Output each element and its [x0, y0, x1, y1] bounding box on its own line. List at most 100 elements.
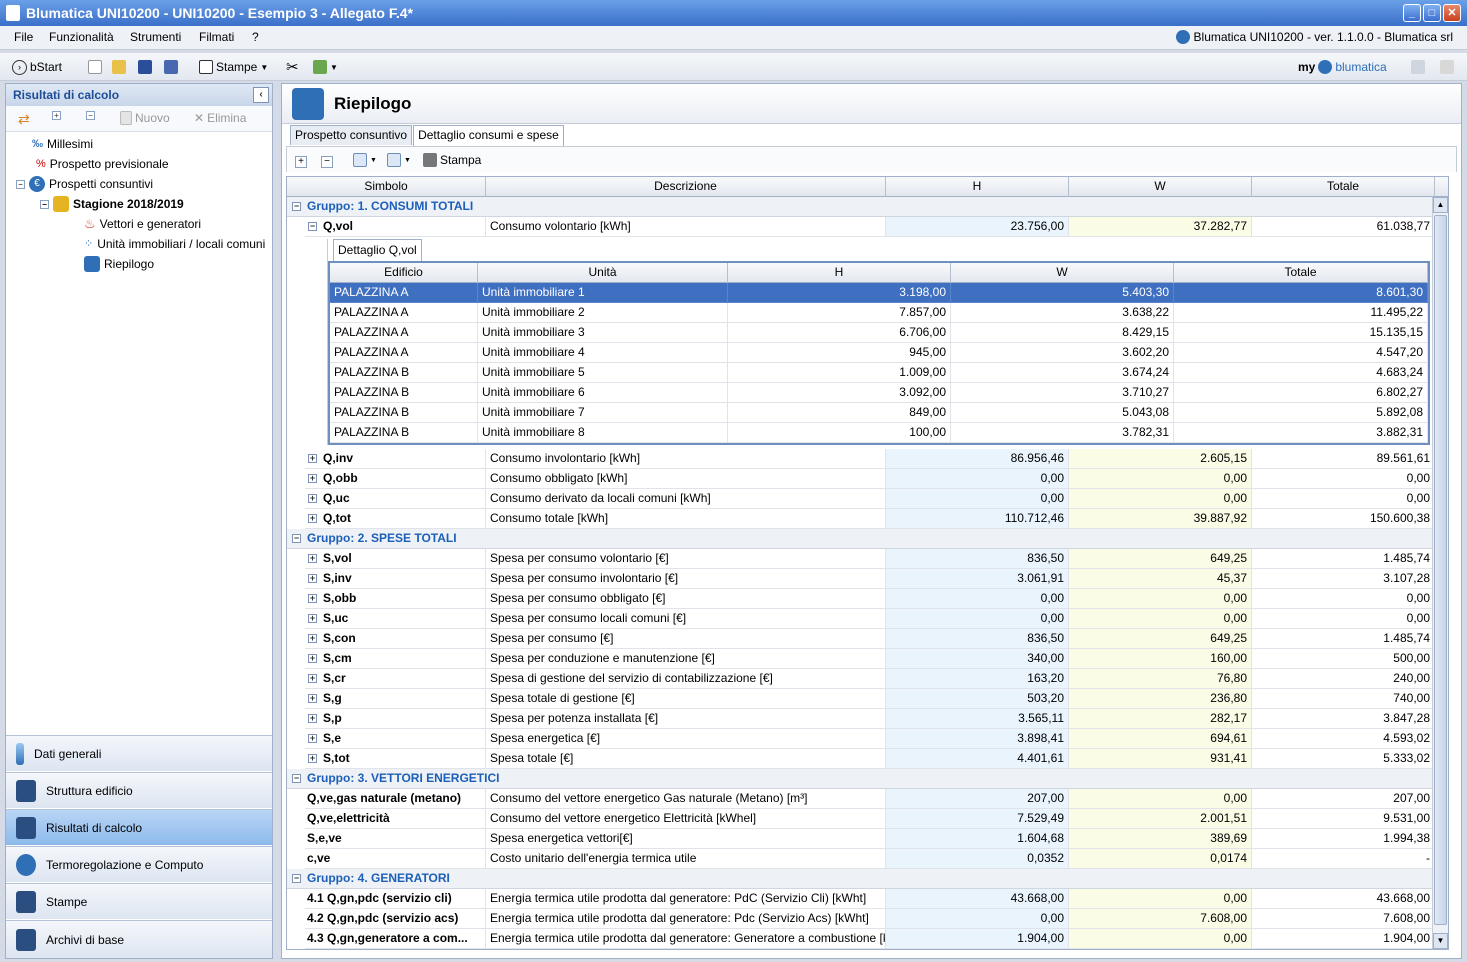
- expand-row-icon[interactable]: +: [308, 594, 317, 603]
- table-row[interactable]: Q,inv + Consumo involontario [kWh] 86.956,4…: [287, 449, 1437, 469]
- expand-row-icon[interactable]: +: [308, 614, 317, 623]
- tree-item-millesimi[interactable]: ‰ Millesimi: [32, 134, 93, 154]
- tree-item-riepilogo[interactable]: Riepilogo: [84, 254, 154, 274]
- detail-row[interactable]: PALAZZINA A Unità immobiliare 1 3.198,00 5.…: [330, 283, 1428, 303]
- expand-row-icon[interactable]: +: [308, 654, 317, 663]
- table-row[interactable]: S,e,ve Spesa energetica vettori[€] 1.604,6…: [287, 829, 1437, 849]
- nav-termoregolazione[interactable]: Termoregolazione e Computo: [6, 846, 272, 882]
- tree-item-prospetti-consuntivi[interactable]: − € Prospetti consuntivi: [16, 174, 153, 194]
- expand-row-icon[interactable]: +: [308, 754, 317, 763]
- scroll-up-button[interactable]: ▲: [1433, 197, 1448, 213]
- table-row[interactable]: 4.1 Q,gn,pdc (servizio cli) Energia termi…: [287, 889, 1437, 909]
- expand-all-button[interactable]: +: [295, 152, 307, 172]
- export-dropdown[interactable]: ▼: [313, 57, 338, 77]
- group-row[interactable]: Gruppo: 2. SPESE TOTALI −: [287, 529, 1437, 549]
- detail-row[interactable]: PALAZZINA B Unità immobiliare 5 1.009,00 3.…: [330, 363, 1428, 383]
- collapse-all-button[interactable]: −: [321, 152, 333, 172]
- collapse-row-icon[interactable]: −: [308, 222, 317, 231]
- expand-row-icon[interactable]: +: [308, 634, 317, 643]
- maximize-button[interactable]: □: [1423, 4, 1441, 22]
- detail-row[interactable]: PALAZZINA A Unità immobiliare 4 945,00 3.60…: [330, 343, 1428, 363]
- group-row[interactable]: Gruppo: 4. GENERATORI −: [287, 869, 1437, 889]
- minimize-button[interactable]: _: [1403, 4, 1421, 22]
- table-row-qvol[interactable]: Q,vol − Consumo volontario [kWh] 23.756,00 3…: [287, 217, 1437, 237]
- detail-row[interactable]: PALAZZINA B Unità immobiliare 8 100,00 3.78…: [330, 423, 1428, 443]
- notes-button[interactable]: [1440, 57, 1454, 77]
- table-row[interactable]: S,p + Spesa per potenza installata [€] 3.56…: [287, 709, 1437, 729]
- detail-col-2[interactable]: H: [728, 263, 951, 283]
- open-folder-button[interactable]: [112, 57, 126, 77]
- collapse-group-icon[interactable]: −: [292, 774, 301, 783]
- table-row[interactable]: 4.2 Q,gn,pdc (servizio acs) Energia termi…: [287, 909, 1437, 929]
- nav-risultati-calcolo[interactable]: Risultati di calcolo: [6, 809, 272, 845]
- col-w[interactable]: W: [1069, 177, 1252, 197]
- col-descrizione[interactable]: Descrizione: [486, 177, 886, 197]
- table-row[interactable]: S,g + Spesa totale di gestione [€] 503,20 23…: [287, 689, 1437, 709]
- tab-dettaglio-consumi[interactable]: Dettaglio consumi e spese: [413, 125, 564, 146]
- tree-item-unita[interactable]: ⁘ Unità immobiliari / locali comuni: [84, 234, 265, 254]
- expand-row-icon[interactable]: +: [308, 474, 317, 483]
- nav-archivi-base[interactable]: Archivi di base: [6, 920, 272, 958]
- detail-col-4[interactable]: Totale: [1174, 263, 1428, 283]
- expand-row-icon[interactable]: +: [308, 714, 317, 723]
- detail-row[interactable]: PALAZZINA A Unità immobiliare 3 6.706,00 8.…: [330, 323, 1428, 343]
- expand-row-icon[interactable]: +: [308, 494, 317, 503]
- menu-strumenti[interactable]: Strumenti: [130, 30, 181, 44]
- columns-dropdown[interactable]: ▼: [353, 150, 377, 170]
- col-totale[interactable]: Totale: [1252, 177, 1435, 197]
- group-row[interactable]: Gruppo: 1. CONSUMI TOTALI −: [287, 197, 1437, 217]
- detail-row[interactable]: PALAZZINA A Unità immobiliare 2 7.857,00 3.…: [330, 303, 1428, 323]
- tree-item-stagione[interactable]: − Stagione 2018/2019: [40, 194, 184, 214]
- expand-all-button[interactable]: +: [52, 111, 61, 120]
- table-row[interactable]: Q,ve,elettricità Consumo del vettore ener…: [287, 809, 1437, 829]
- collapse-node-icon[interactable]: −: [40, 199, 49, 209]
- table-row[interactable]: S,con + Spesa per consumo [€] 836,50 649,25 1…: [287, 629, 1437, 649]
- collapse-node-icon[interactable]: −: [16, 179, 25, 189]
- table-row[interactable]: S,tot + Spesa totale [€] 4.401,61 931,41 5.33…: [287, 749, 1437, 769]
- menu-funzionalita[interactable]: Funzionalità: [49, 30, 114, 44]
- elimina-button[interactable]: ✕ Elimina: [194, 111, 246, 125]
- tools-button[interactable]: ✂: [286, 57, 299, 77]
- expand-row-icon[interactable]: +: [308, 574, 317, 583]
- nav-dati-generali[interactable]: Dati generali: [6, 735, 272, 771]
- collapse-sidebar-button[interactable]: ‹: [253, 87, 269, 103]
- expand-row-icon[interactable]: +: [308, 694, 317, 703]
- expand-row-icon[interactable]: +: [308, 674, 317, 683]
- expand-row-icon[interactable]: +: [308, 454, 317, 463]
- export-dropdown[interactable]: ▼: [387, 150, 411, 170]
- detail-col-3[interactable]: W: [951, 263, 1174, 283]
- detail-col-1[interactable]: Unità: [478, 263, 728, 283]
- save-all-button[interactable]: [164, 57, 178, 77]
- collapse-group-icon[interactable]: −: [292, 874, 301, 883]
- table-row[interactable]: S,uc + Spesa per consumo locali comuni [€]…: [287, 609, 1437, 629]
- table-row[interactable]: S,e + Spesa energetica [€] 3.898,41 694,61 4.…: [287, 729, 1437, 749]
- col-simbolo[interactable]: Simbolo: [287, 177, 486, 197]
- nav-stampe[interactable]: Stampe: [6, 883, 272, 919]
- myblumatica-link[interactable]: my blumatica: [1298, 57, 1387, 77]
- col-h[interactable]: H: [886, 177, 1069, 197]
- table-row[interactable]: S,vol + Spesa per consumo volontario [€] 83…: [287, 549, 1437, 569]
- tree-item-prospetto-previsionale[interactable]: % Prospetto previsionale: [36, 154, 169, 174]
- collapse-group-icon[interactable]: −: [292, 202, 301, 211]
- table-row[interactable]: S,obb + Spesa per consumo obbligato [€] 0,0…: [287, 589, 1437, 609]
- table-row[interactable]: c,ve Costo unitario dell'energia termica …: [287, 849, 1437, 869]
- settings-button[interactable]: [1411, 57, 1425, 77]
- table-row[interactable]: Q,tot + Consumo totale [kWh] 110.712,46 39.8…: [287, 509, 1437, 529]
- table-row[interactable]: S,inv + Spesa per consumo involontario [€]…: [287, 569, 1437, 589]
- table-row[interactable]: Q,ve,gas naturale (metano) Consumo del ve…: [287, 789, 1437, 809]
- scroll-thumb[interactable]: [1434, 215, 1447, 925]
- tree-item-vettori[interactable]: ♨ Vettori e generatori: [84, 214, 201, 234]
- group-row[interactable]: Gruppo: 3. VETTORI ENERGETICI −: [287, 769, 1437, 789]
- stampe-dropdown[interactable]: Stampe ▼: [199, 57, 268, 77]
- tab-prospetto-consuntivo[interactable]: Prospetto consuntivo: [290, 125, 413, 145]
- table-row[interactable]: S,cr + Spesa di gestione del servizio di c…: [287, 669, 1437, 689]
- tab-dettaglio-qvol[interactable]: Dettaglio Q,vol: [333, 239, 422, 261]
- expand-row-icon[interactable]: +: [308, 734, 317, 743]
- table-row[interactable]: 4.3 Q,gn,generatore a com... Energia term…: [287, 929, 1437, 949]
- menu-help[interactable]: ?: [252, 30, 259, 44]
- menu-file[interactable]: File: [14, 30, 33, 44]
- nav-struttura-edificio[interactable]: Struttura edificio: [6, 772, 272, 808]
- vertical-scrollbar[interactable]: ▲ ▼: [1432, 197, 1448, 949]
- detail-row[interactable]: PALAZZINA B Unità immobiliare 6 3.092,00 3.…: [330, 383, 1428, 403]
- expand-row-icon[interactable]: +: [308, 514, 317, 523]
